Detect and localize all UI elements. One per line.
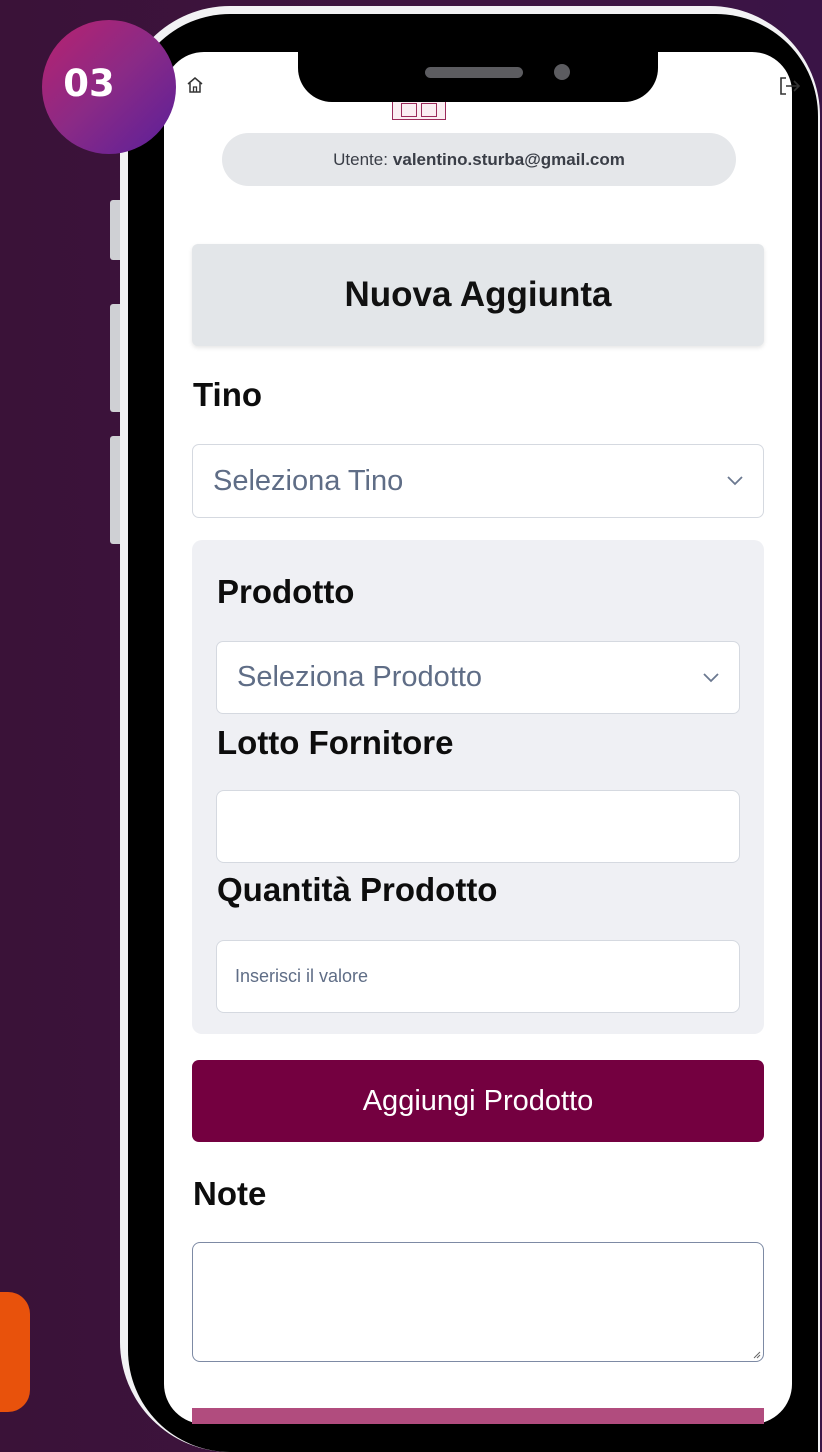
step-badge: 03 xyxy=(42,20,176,154)
tino-label: Tino xyxy=(193,376,263,413)
home-icon[interactable] xyxy=(186,76,204,94)
resize-handle-icon[interactable] xyxy=(753,1351,761,1359)
note-label: Note xyxy=(193,1175,267,1212)
logout-icon[interactable] xyxy=(778,76,802,96)
note-textarea[interactable] xyxy=(192,1242,764,1362)
page-title: Nuova Aggiunta xyxy=(344,275,612,314)
notch-camera xyxy=(554,64,570,80)
notch-speaker xyxy=(425,67,523,78)
prodotto-select-value: Seleziona Prodotto xyxy=(237,661,483,693)
step-number: 03 xyxy=(63,61,115,105)
quantita-prodotto-label: Quantità Prodotto xyxy=(217,871,498,908)
phone-notch xyxy=(298,40,658,102)
add-product-label: Aggiungi Prodotto xyxy=(362,1084,594,1117)
chevron-down-icon xyxy=(727,476,743,486)
chevron-down-icon xyxy=(703,672,719,682)
next-button-partial[interactable] xyxy=(192,1408,764,1424)
side-accent-tab xyxy=(0,1292,30,1412)
logo-mark-right xyxy=(421,102,437,117)
tino-select[interactable]: Seleziona Tino xyxy=(192,444,764,518)
user-info-pill: Utente: valentino.sturba@gmail.com xyxy=(222,133,736,186)
add-product-button[interactable]: Aggiungi Prodotto xyxy=(192,1060,764,1142)
page-title-box: Nuova Aggiunta xyxy=(192,244,764,346)
quantita-prodotto-input[interactable]: Inserisci il valore xyxy=(216,940,740,1013)
prodotto-select[interactable]: Seleziona Prodotto xyxy=(216,641,740,714)
prodotto-label: Prodotto xyxy=(217,573,355,610)
lotto-fornitore-input[interactable] xyxy=(216,790,740,863)
tino-select-value: Seleziona Tino xyxy=(213,464,404,497)
logo-mark-left xyxy=(401,102,417,117)
lotto-fornitore-label: Lotto Fornitore xyxy=(217,724,454,761)
app-logo xyxy=(392,100,446,120)
user-email: valentino.sturba@gmail.com xyxy=(392,149,625,169)
user-label: Utente: xyxy=(333,149,388,169)
quantita-placeholder: Inserisci il valore xyxy=(235,966,369,986)
